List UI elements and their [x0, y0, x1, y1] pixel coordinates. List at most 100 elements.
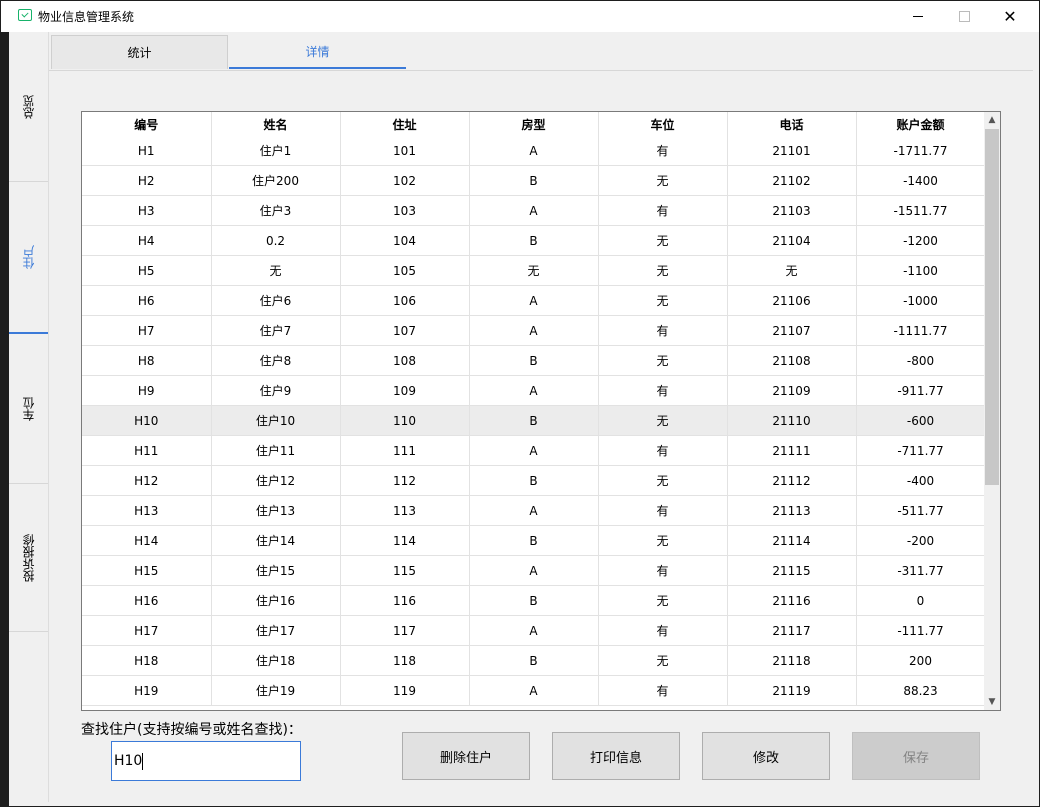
- table-row[interactable]: H11 住户11 111 A 有 21111 -711.77: [82, 435, 986, 466]
- table-cell[interactable]: H4: [82, 225, 212, 256]
- table-row[interactable]: H12 住户12 112 B 无 21112 -400: [82, 465, 986, 496]
- table-cell[interactable]: 0: [856, 585, 986, 616]
- table-cell[interactable]: 115: [340, 555, 470, 586]
- table-cell[interactable]: 21118: [727, 645, 857, 676]
- table-cell[interactable]: 109: [340, 375, 470, 406]
- column-header[interactable]: 住址: [340, 112, 470, 136]
- table-cell[interactable]: 21113: [727, 495, 857, 526]
- maximize-button[interactable]: [941, 1, 987, 32]
- table-row[interactable]: H4 0.2 104 B 无 21104 -1200: [82, 225, 986, 256]
- table-cell[interactable]: 无: [598, 345, 728, 376]
- table-cell[interactable]: -1400: [856, 165, 986, 196]
- table-cell[interactable]: 住户12: [211, 465, 341, 496]
- table-cell[interactable]: 21109: [727, 375, 857, 406]
- table-cell[interactable]: B: [469, 225, 599, 256]
- table-cell[interactable]: -800: [856, 345, 986, 376]
- table-cell[interactable]: 107: [340, 315, 470, 346]
- table-cell[interactable]: -311.77: [856, 555, 986, 586]
- table-cell[interactable]: 有: [598, 315, 728, 346]
- table-cell[interactable]: 有: [598, 375, 728, 406]
- table-cell[interactable]: 住户16: [211, 585, 341, 616]
- table-cell[interactable]: 21102: [727, 165, 857, 196]
- minimize-button[interactable]: [895, 1, 941, 32]
- table-cell[interactable]: -1111.77: [856, 315, 986, 346]
- table-row[interactable]: H13 住户13 113 A 有 21113 -511.77: [82, 495, 986, 526]
- table-cell[interactable]: 有: [598, 675, 728, 706]
- table-cell[interactable]: 21104: [727, 225, 857, 256]
- table-row[interactable]: H14 住户14 114 B 无 21114 -200: [82, 525, 986, 556]
- table-cell[interactable]: 无: [727, 255, 857, 286]
- table-cell[interactable]: 21111: [727, 435, 857, 466]
- table-cell[interactable]: 21103: [727, 195, 857, 226]
- table-cell[interactable]: H3: [82, 195, 212, 226]
- table-cell[interactable]: 住户10: [211, 405, 341, 436]
- table-cell[interactable]: -111.77: [856, 615, 986, 646]
- table-cell[interactable]: 108: [340, 345, 470, 376]
- table-cell[interactable]: A: [469, 615, 599, 646]
- table-cell[interactable]: 住户18: [211, 645, 341, 676]
- table-cell[interactable]: A: [469, 555, 599, 586]
- table-cell[interactable]: 200: [856, 645, 986, 676]
- tab-details[interactable]: 详情: [229, 35, 406, 69]
- table-cell[interactable]: -911.77: [856, 375, 986, 406]
- table-cell[interactable]: 无: [598, 585, 728, 616]
- table-cell[interactable]: 117: [340, 615, 470, 646]
- table-row[interactable]: H6 住户6 106 A 无 21106 -1000: [82, 285, 986, 316]
- table-cell[interactable]: 104: [340, 225, 470, 256]
- table-cell[interactable]: H2: [82, 165, 212, 196]
- table-row[interactable]: H15 住户15 115 A 有 21115 -311.77: [82, 555, 986, 586]
- table-cell[interactable]: -511.77: [856, 495, 986, 526]
- table-cell[interactable]: H16: [82, 585, 212, 616]
- table-cell[interactable]: 无: [598, 165, 728, 196]
- print-info-button[interactable]: 打印信息: [552, 732, 680, 780]
- table-cell[interactable]: 有: [598, 195, 728, 226]
- table-cell[interactable]: 有: [598, 136, 728, 166]
- table-cell[interactable]: 110: [340, 405, 470, 436]
- table-row[interactable]: H2 住户200 102 B 无 21102 -1400: [82, 165, 986, 196]
- table-cell[interactable]: 21107: [727, 315, 857, 346]
- table-cell[interactable]: 21116: [727, 585, 857, 616]
- table-cell[interactable]: H11: [82, 435, 212, 466]
- table-row[interactable]: H18 住户18 118 B 无 21118 200: [82, 645, 986, 676]
- table-cell[interactable]: -1000: [856, 285, 986, 316]
- column-header[interactable]: 姓名: [211, 112, 341, 136]
- table-cell[interactable]: 103: [340, 195, 470, 226]
- table-cell[interactable]: H7: [82, 315, 212, 346]
- table-cell[interactable]: 住户8: [211, 345, 341, 376]
- search-input[interactable]: H10: [111, 741, 301, 781]
- table-cell[interactable]: 有: [598, 615, 728, 646]
- column-header[interactable]: 编号: [82, 112, 212, 136]
- table-cell[interactable]: 住户11: [211, 435, 341, 466]
- table-cell[interactable]: 21108: [727, 345, 857, 376]
- table-cell[interactable]: H1: [82, 136, 212, 166]
- table-cell[interactable]: H8: [82, 345, 212, 376]
- table-cell[interactable]: A: [469, 315, 599, 346]
- table-cell[interactable]: 111: [340, 435, 470, 466]
- table-cell[interactable]: 114: [340, 525, 470, 556]
- table-cell[interactable]: B: [469, 585, 599, 616]
- column-header[interactable]: 车位: [598, 112, 728, 136]
- column-header[interactable]: 房型: [469, 112, 599, 136]
- table-cell[interactable]: -600: [856, 405, 986, 436]
- table-row[interactable]: H7 住户7 107 A 有 21107 -1111.77: [82, 315, 986, 346]
- table-cell[interactable]: 21119: [727, 675, 857, 706]
- table-cell[interactable]: 住户6: [211, 285, 341, 316]
- table-cell[interactable]: H15: [82, 555, 212, 586]
- column-header[interactable]: 电话: [727, 112, 857, 136]
- table-cell[interactable]: 102: [340, 165, 470, 196]
- table-cell[interactable]: 住户1: [211, 136, 341, 166]
- table-row[interactable]: H19 住户19 119 A 有 21119 88.23: [82, 675, 986, 706]
- table-cell[interactable]: 113: [340, 495, 470, 526]
- table-cell[interactable]: H6: [82, 285, 212, 316]
- table-row[interactable]: H10 住户10 110 B 无 21110 -600: [82, 405, 986, 436]
- table-row[interactable]: H1 住户1 101 A 有 21101 -1711.77: [82, 136, 986, 166]
- table-cell[interactable]: H13: [82, 495, 212, 526]
- table-cell[interactable]: 21101: [727, 136, 857, 166]
- table-cell[interactable]: H12: [82, 465, 212, 496]
- table-cell[interactable]: 21106: [727, 285, 857, 316]
- close-button[interactable]: ✕: [987, 1, 1033, 32]
- table-cell[interactable]: B: [469, 525, 599, 556]
- table-cell[interactable]: -711.77: [856, 435, 986, 466]
- edit-button[interactable]: 修改: [702, 732, 830, 780]
- table-cell[interactable]: 112: [340, 465, 470, 496]
